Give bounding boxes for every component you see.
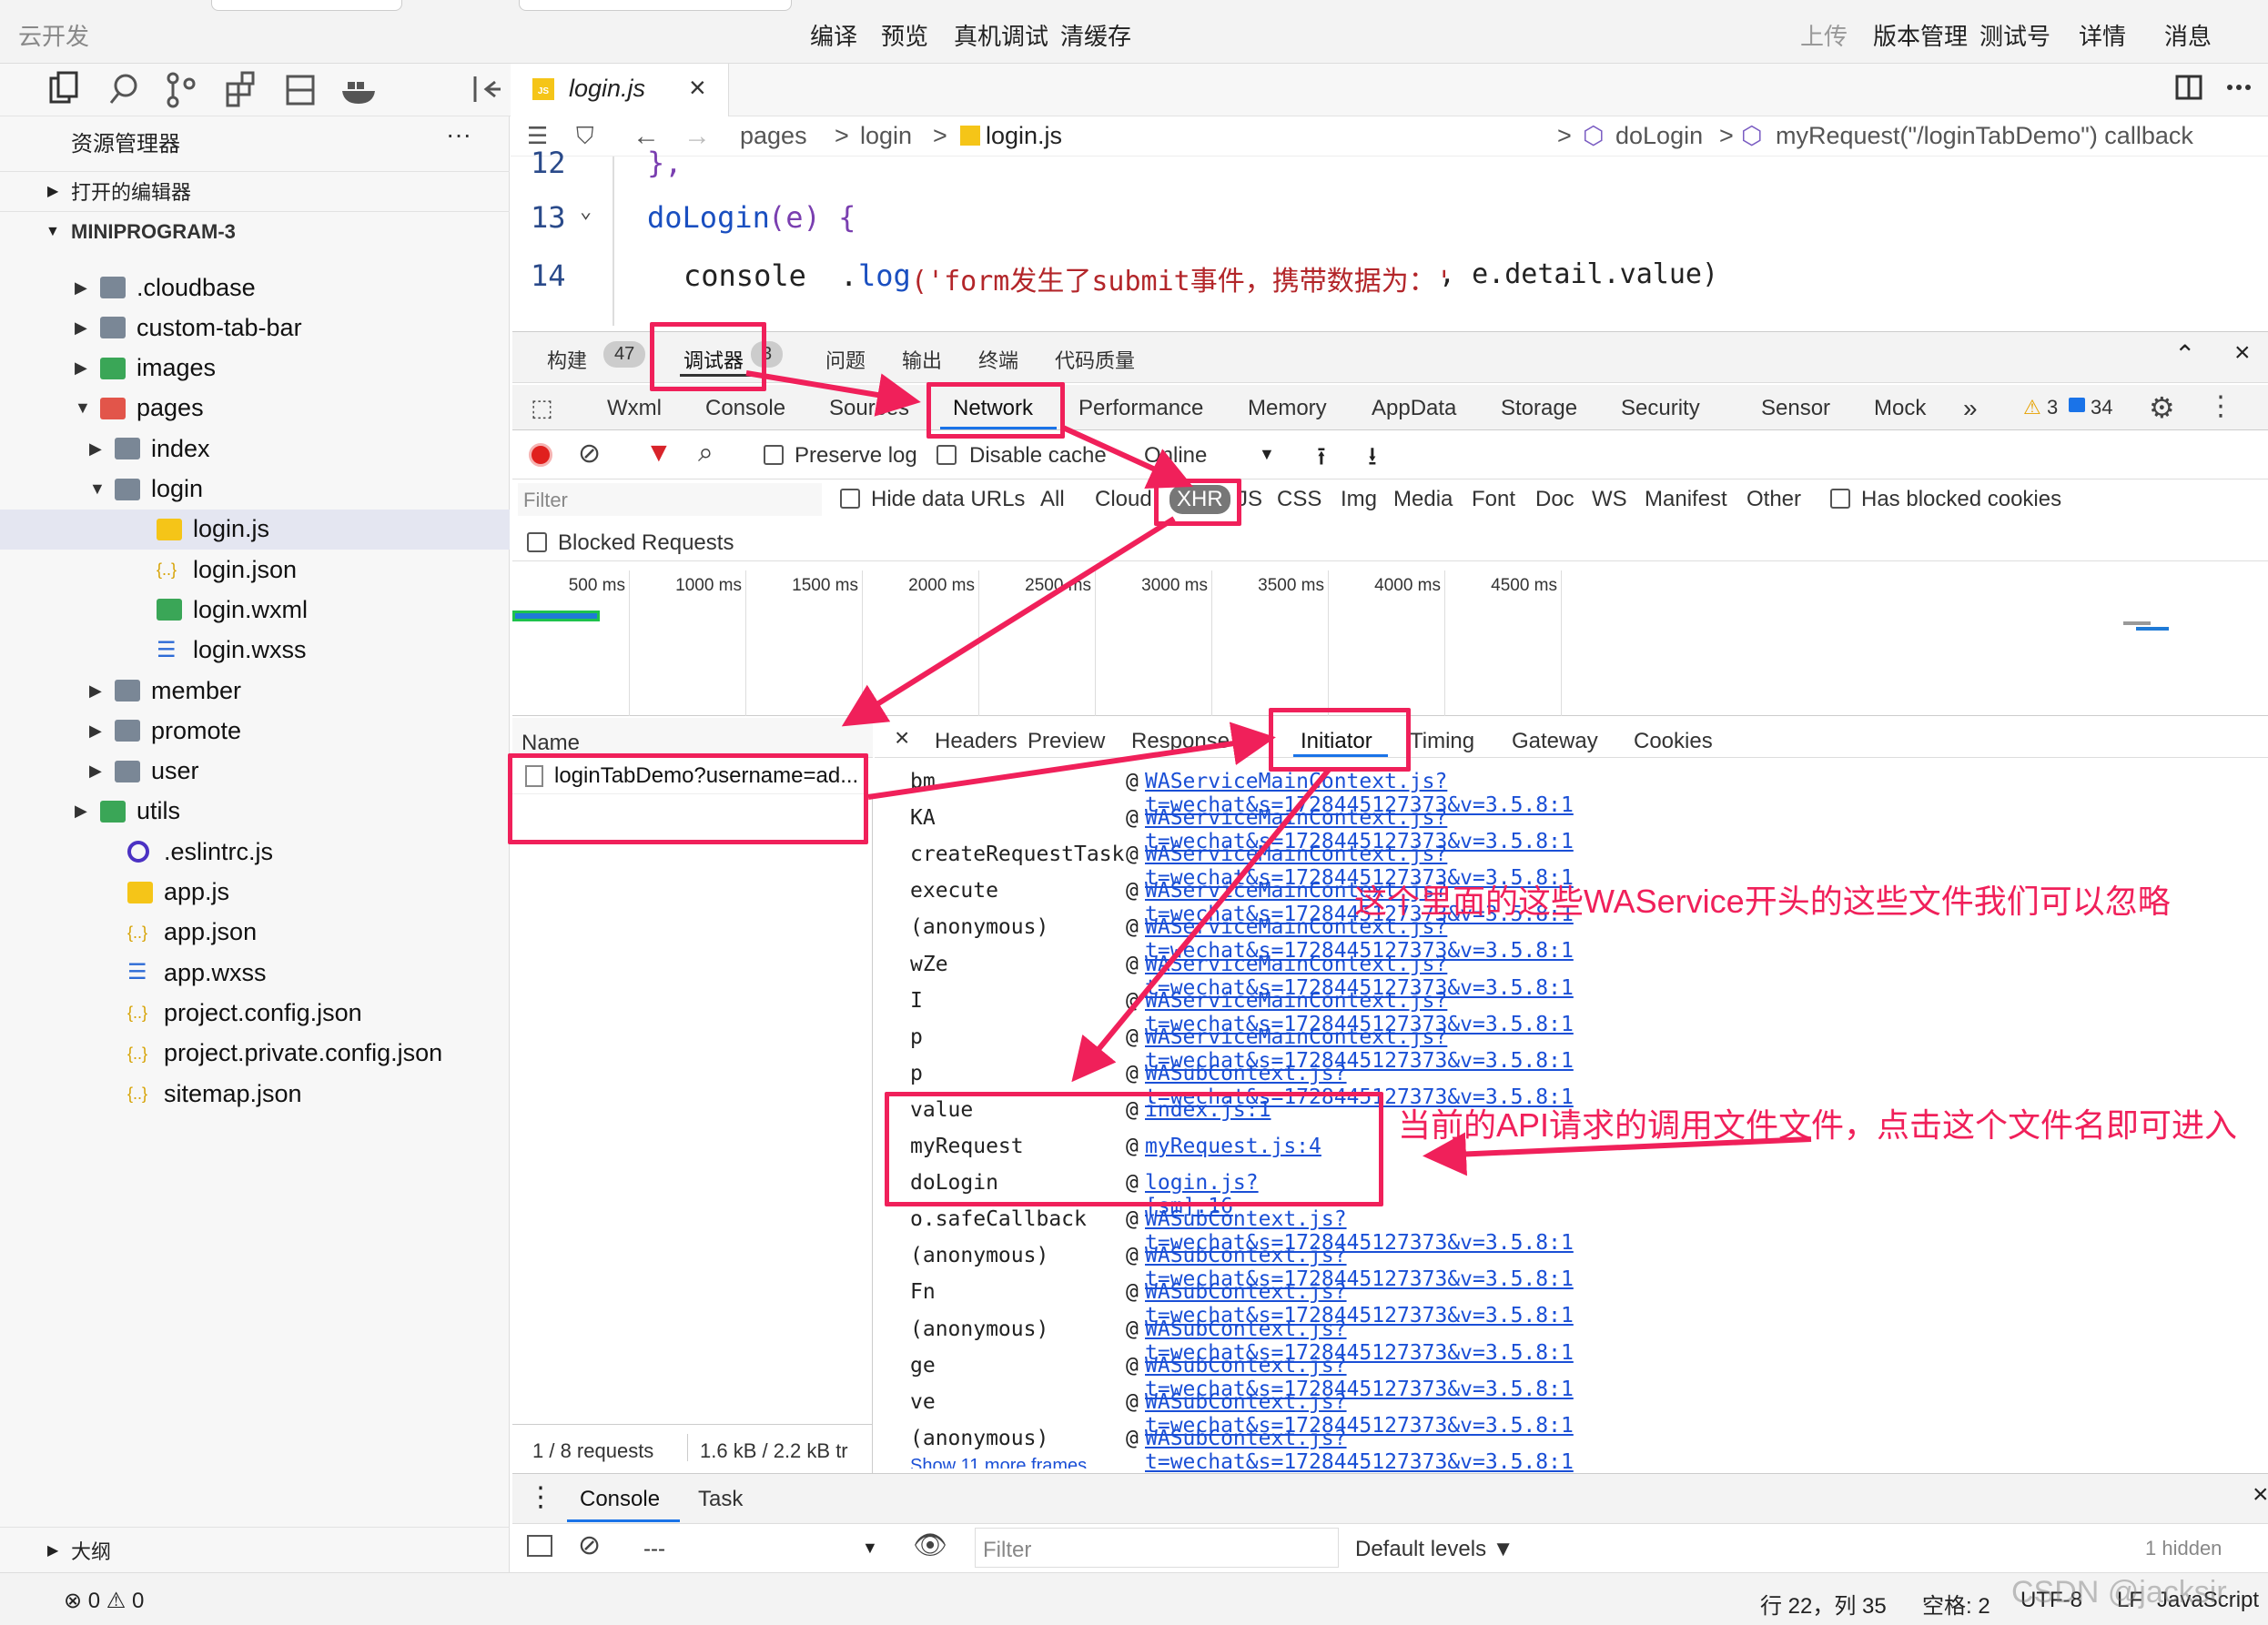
arrow-1 <box>745 370 921 417</box>
arrow-4 <box>867 722 1276 800</box>
annotation-call-file: 当前的API请求的调用文件文件，点击这个文件名即可进入 <box>1398 1106 2238 1144</box>
indent-spaces[interactable]: 空格: 2 <box>1922 1588 1990 1620</box>
status-bar: ⊗ 0 ⚠ 0 行 22，列 35 空格: 2 UTF-8 LF JavaScr… <box>0 1572 2268 1625</box>
csdn-watermark: CSDN @jacksir <box>2011 1575 2227 1610</box>
arrow-2 <box>1061 425 1193 489</box>
cursor-position[interactable]: 行 22，列 35 <box>1760 1588 1887 1620</box>
annotation-ignore-waservice: 这个里面的这些WAService开头的这些文件我们可以忽略 <box>1354 883 2171 920</box>
arrow-3 <box>841 516 1176 727</box>
problems-count[interactable]: ⊗ 0 ⚠ 0 <box>64 1588 144 1614</box>
annotation-arrows <box>745 370 1812 1176</box>
arrow-5 <box>1071 768 1331 1083</box>
